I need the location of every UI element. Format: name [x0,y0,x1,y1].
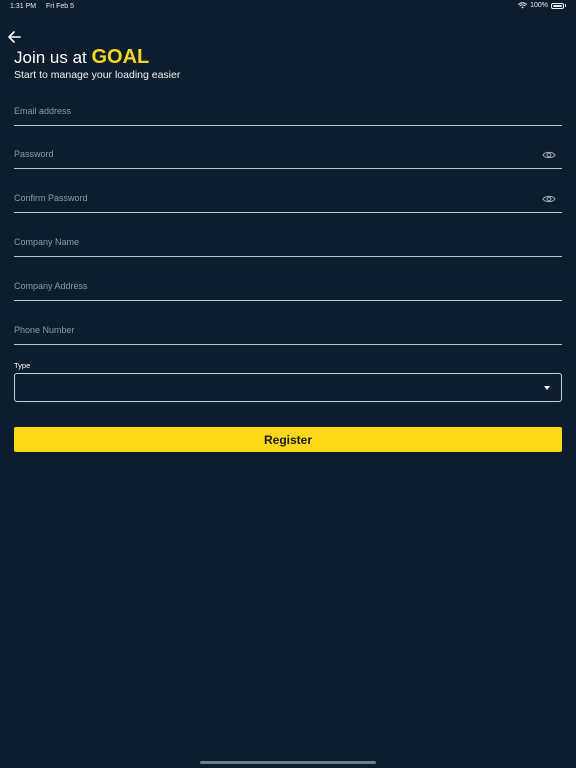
caret-down-icon [544,386,550,390]
phone-number-input[interactable] [14,315,562,344]
email-input[interactable] [14,96,562,125]
status-date: Fri Feb 5 [46,3,75,10]
eye-icon[interactable] [542,194,556,204]
eye-icon[interactable] [542,150,556,160]
status-time: 1:31 PM [10,3,37,10]
title-prefix: Join us at [14,48,92,67]
confirm-password-input[interactable] [14,183,562,212]
status-bar: 1:31 PM Fri Feb 5 100% [0,0,576,14]
phone-number-field[interactable] [14,315,562,345]
arrow-left-icon [8,31,21,43]
page-subtitle: Start to manage your loading easier [14,69,181,81]
wifi-icon [518,2,527,9]
company-name-field[interactable] [14,227,562,257]
password-input[interactable] [14,139,562,168]
home-indicator[interactable] [200,761,376,764]
status-left: 1:31 PM Fri Feb 5 [10,3,74,10]
battery-icon [551,2,564,9]
brand-name: GOAL [91,46,150,68]
password-field[interactable] [14,139,562,169]
confirm-password-field[interactable] [14,183,562,213]
battery-tip [565,4,566,7]
page-title: Join us at GOAL [14,46,149,69]
email-field[interactable] [14,96,562,126]
company-address-field[interactable] [14,271,562,301]
battery-percent: 100% [530,2,548,9]
back-button[interactable] [6,29,22,45]
register-button[interactable]: Register [14,427,562,452]
company-name-input[interactable] [14,227,562,256]
company-address-input[interactable] [14,271,562,300]
type-select[interactable] [14,373,562,402]
status-right: 100% [518,2,566,9]
type-label: Type [14,361,31,370]
